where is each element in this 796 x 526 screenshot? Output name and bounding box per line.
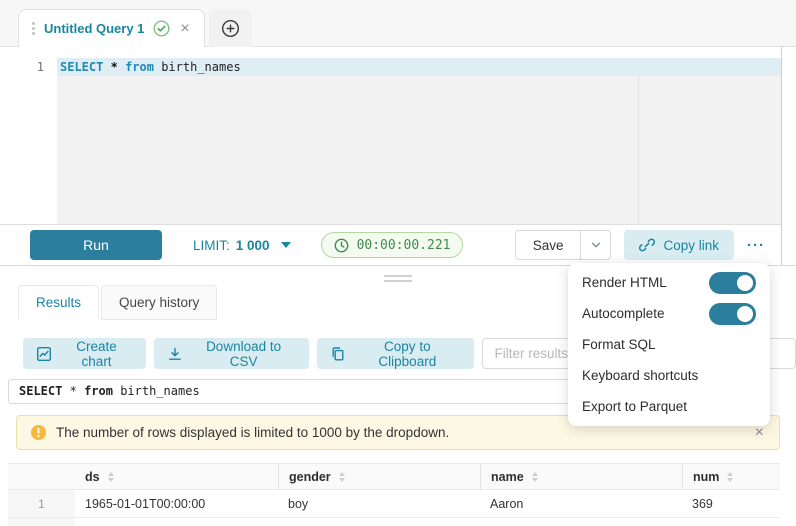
query-tab-bar: Untitled Query 1 ×: [0, 0, 796, 47]
link-icon: [639, 237, 655, 253]
save-split-button: Save: [515, 230, 612, 260]
tab-query-history[interactable]: Query history: [101, 285, 217, 320]
sort-icon[interactable]: [727, 472, 733, 482]
table-row[interactable]: 1 1965-01-01T00:00:00 boy Aaron 369: [8, 490, 780, 518]
caret-down-icon: [281, 242, 291, 248]
cell-ds: 1965-01-01T00:00:00: [75, 490, 278, 517]
sort-icon[interactable]: [108, 472, 114, 482]
copy-to-clipboard-button[interactable]: Copy to Clipboard: [317, 338, 473, 369]
autocomplete-toggle[interactable]: [709, 303, 756, 325]
column-header-ds[interactable]: ds: [75, 464, 278, 489]
editor-code-area[interactable]: SELECT * from birth_names: [57, 47, 781, 224]
sort-icon[interactable]: [532, 472, 538, 482]
row-number-cell: 1: [8, 490, 75, 517]
menu-item-render-html[interactable]: Render HTML: [568, 267, 770, 298]
more-options-button[interactable]: ···: [740, 237, 772, 254]
menu-item-autocomplete[interactable]: Autocomplete: [568, 298, 770, 329]
column-header-num[interactable]: num: [682, 464, 780, 489]
limit-value: 1 000: [236, 238, 270, 253]
tab-label: Untitled Query 1: [44, 21, 144, 36]
render-html-toggle[interactable]: [709, 272, 756, 294]
clock-icon: [334, 238, 349, 253]
column-header-name[interactable]: name: [480, 464, 682, 489]
cell-num: 369: [682, 490, 780, 517]
row-number-header: [8, 464, 75, 489]
timer-value: 00:00:00.221: [357, 238, 451, 253]
new-query-tab-button[interactable]: [209, 9, 252, 47]
table-row-partial: [8, 518, 780, 526]
menu-item-keyboard-shortcuts[interactable]: Keyboard shortcuts: [568, 360, 770, 391]
sql-editor-pane: 1 SELECT * from birth_names Run LIMIT: 1…: [0, 47, 782, 265]
results-table: ds gender name num 1 1965-01-01T00:00:00…: [8, 463, 780, 526]
menu-item-export-parquet[interactable]: Export to Parquet: [568, 391, 770, 422]
query-saved-check-icon: [153, 20, 170, 37]
chart-icon: [36, 346, 52, 362]
query-timer-badge: 00:00:00.221: [321, 232, 464, 258]
chevron-down-icon: [590, 239, 602, 251]
tab-untitled-query-1[interactable]: Untitled Query 1 ×: [18, 9, 205, 47]
cell-gender: boy: [278, 490, 480, 517]
banner-close-icon[interactable]: ×: [755, 425, 766, 441]
column-header-gender[interactable]: gender: [278, 464, 480, 489]
editor-active-line: SELECT * from birth_names: [57, 58, 781, 76]
sort-icon[interactable]: [339, 472, 345, 482]
drag-handle-icon[interactable]: [32, 22, 35, 35]
download-icon: [167, 346, 183, 362]
copy-link-button[interactable]: Copy link: [624, 230, 734, 260]
tab-close-icon[interactable]: ×: [179, 21, 190, 37]
limit-dropdown[interactable]: LIMIT: 1 000: [193, 238, 291, 253]
warning-icon: [30, 424, 47, 441]
plus-icon: [221, 19, 240, 38]
editor-print-margin: [638, 76, 639, 224]
pane-resize-handle[interactable]: [384, 275, 412, 285]
tab-results[interactable]: Results: [18, 285, 99, 320]
line-number: 1: [37, 58, 44, 76]
limit-label: LIMIT:: [193, 238, 230, 253]
download-csv-button[interactable]: Download to CSV: [154, 338, 309, 369]
run-button[interactable]: Run: [30, 230, 162, 260]
copy-icon: [330, 346, 346, 362]
sql-statement: SELECT * from birth_names: [57, 58, 241, 76]
table-header-row: ds gender name num: [8, 463, 780, 490]
more-options-menu: Render HTML Autocomplete Format SQL Keyb…: [568, 263, 770, 426]
editor-toolbar: Run LIMIT: 1 000 00:00:00.221 Save Copy …: [0, 224, 781, 265]
save-button[interactable]: Save: [515, 230, 581, 260]
save-options-button[interactable]: [580, 230, 611, 260]
warning-text: The number of rows displayed is limited …: [56, 425, 449, 440]
menu-item-format-sql[interactable]: Format SQL: [568, 329, 770, 360]
editor-gutter: 1: [0, 47, 57, 224]
copy-link-label: Copy link: [663, 238, 719, 253]
cell-name: Aaron: [480, 490, 682, 517]
sql-code-editor[interactable]: 1 SELECT * from birth_names: [0, 47, 781, 224]
create-chart-button[interactable]: Create chart: [23, 338, 146, 369]
